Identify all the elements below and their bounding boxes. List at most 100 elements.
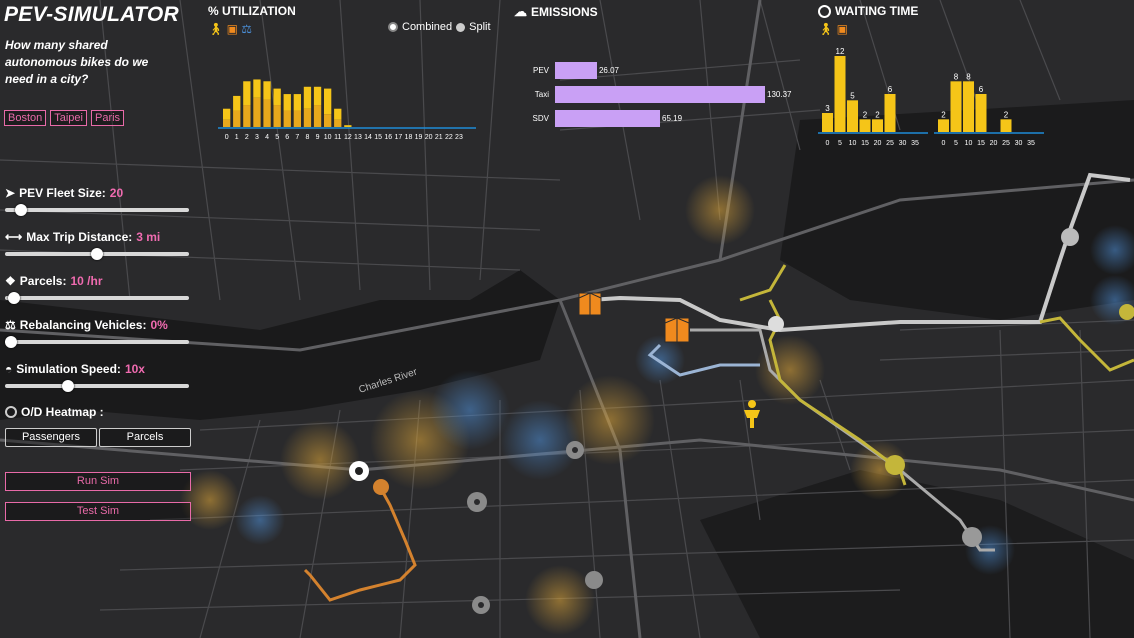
wait-value-label: 5 (850, 91, 855, 100)
wait-value-label: 8 (954, 72, 959, 81)
wait-value-label: 3 (825, 104, 830, 113)
control-slider-3[interactable] (5, 336, 189, 348)
control-slider-1[interactable] (5, 248, 189, 260)
utilization-mode-toggle: Combined Split (388, 21, 491, 33)
city-button-taipei[interactable]: Taipei (50, 110, 87, 126)
control-slider-2[interactable] (5, 292, 189, 304)
control-name: Parcels: (19, 274, 67, 288)
emission-value-label: 26.07 (599, 66, 620, 75)
scale-icon: ⚖ (5, 318, 16, 332)
util-tick-label: 15 (374, 134, 382, 141)
control-label-2: ❖ Parcels: 10 /hr (5, 274, 102, 288)
util-tick-label: 9 (316, 134, 320, 141)
control-name: Rebalancing Vehicles: (19, 318, 147, 332)
util-tick-label: 0 (225, 134, 229, 141)
util-bar (223, 119, 231, 127)
slider-handle[interactable] (5, 336, 17, 348)
util-bar (293, 110, 301, 127)
city-button-paris[interactable]: Paris (91, 110, 125, 126)
gauge-icon: ◓ (5, 362, 13, 376)
util-bar (334, 119, 342, 127)
wait-bar (859, 119, 871, 132)
wait-value-label: 2 (1004, 110, 1009, 119)
slider-handle[interactable] (91, 248, 103, 260)
util-tick-label: 20 (425, 134, 433, 141)
emissions-header: ☁︎ EMISSIONS (514, 4, 598, 19)
control-label-1: ⟷ Max Trip Distance: 3 mi (5, 230, 160, 244)
wait-tick-label: 5 (838, 140, 842, 147)
heatmap-passengers-button[interactable]: Passengers (5, 428, 97, 447)
util-bar (324, 88, 332, 115)
heatmap-parcels-button[interactable]: Parcels (99, 428, 191, 447)
util-bar (233, 95, 241, 111)
parcels-icon: ❖ (5, 274, 16, 288)
util-bar (324, 114, 332, 127)
wait-tick-label: 20 (874, 140, 882, 147)
control-value: 3 mi (136, 230, 161, 244)
wait-value-label: 8 (966, 72, 971, 81)
emission-category-label: Taxi (535, 90, 549, 99)
radio-icon[interactable] (5, 406, 17, 418)
wait-bar (847, 100, 858, 132)
wait-tick-label: 0 (826, 140, 830, 147)
util-bar (233, 110, 241, 127)
split-radio[interactable] (456, 22, 466, 32)
util-tick-label: 7 (295, 134, 299, 141)
control-slider-4[interactable] (5, 380, 189, 392)
wait-tick-label: 10 (849, 140, 857, 147)
cloud-icon: ☁︎ (514, 4, 527, 19)
util-bar (303, 86, 312, 109)
wait-tick-label: 35 (1027, 140, 1035, 147)
util-tick-label: 16 (384, 134, 392, 141)
util-tick-label: 23 (455, 134, 463, 141)
parcel-icon[interactable]: ▣ (837, 22, 848, 36)
app-title: PEV-SIMULATOR (4, 3, 180, 26)
wait-tick-label: 0 (942, 140, 946, 147)
utilization-header: % % UTILIZATION (208, 4, 296, 18)
wait-value-label: 2 (941, 110, 946, 119)
util-bar (313, 105, 322, 127)
waiting-time-header: WAITING TIME (818, 4, 918, 18)
person-icon[interactable]: 🚶︎ (818, 22, 833, 36)
control-slider-0[interactable] (5, 204, 189, 216)
wait-tick-label: 20 (990, 140, 998, 147)
scale-icon[interactable]: ⚖︎ (241, 22, 252, 36)
emission-category-label: PEV (533, 66, 550, 75)
emission-value-label: 130.37 (767, 90, 792, 99)
util-bar (223, 108, 231, 120)
city-button-boston[interactable]: Boston (4, 110, 47, 126)
util-tick-label: 14 (364, 134, 372, 141)
control-label-0: ➤ PEV Fleet Size: 20 (5, 186, 123, 200)
emission-bar (555, 86, 765, 103)
util-bar (344, 125, 352, 127)
test-sim-button[interactable]: Test Sim (5, 502, 191, 521)
run-sim-button[interactable]: Run Sim (5, 472, 191, 491)
person-icon[interactable]: 🚶︎ (208, 22, 223, 36)
util-bar (334, 108, 342, 120)
util-bar (283, 110, 291, 127)
parcel-cube-icon (664, 317, 690, 343)
util-tick-label: 5 (275, 134, 279, 141)
heatmap-label: O/D Heatmap : (5, 405, 104, 419)
combined-radio[interactable] (388, 22, 398, 32)
wait-bar (822, 113, 833, 132)
util-tick-label: 19 (415, 134, 423, 141)
wait-bar (963, 81, 974, 132)
slider-handle[interactable] (61, 380, 74, 392)
emission-value-label: 65.19 (662, 114, 683, 123)
util-tick-label: 13 (354, 134, 362, 141)
utilization-chart: 0 1 2 3 4 5 6 7 8 9 10 11 12 13 14 15 16 17 18 19 20 21 22 23 (218, 79, 476, 141)
util-bar (263, 81, 271, 100)
util-tick-label: 11 (334, 134, 341, 141)
util-tick-label: 17 (394, 134, 402, 141)
util-tick-label: 6 (285, 134, 289, 141)
waiting-legend-icons: 🚶︎ ▣ (818, 22, 848, 36)
wait-bar (884, 94, 896, 132)
util-tick-label: 8 (305, 134, 309, 141)
wait-tick-label: 15 (861, 140, 869, 147)
control-value: 10 /hr (70, 274, 103, 288)
util-bar (253, 97, 261, 127)
parcel-icon[interactable]: ▣ (227, 22, 238, 36)
control-value: 20 (109, 186, 124, 200)
wait-tick-label: 25 (1002, 140, 1010, 147)
